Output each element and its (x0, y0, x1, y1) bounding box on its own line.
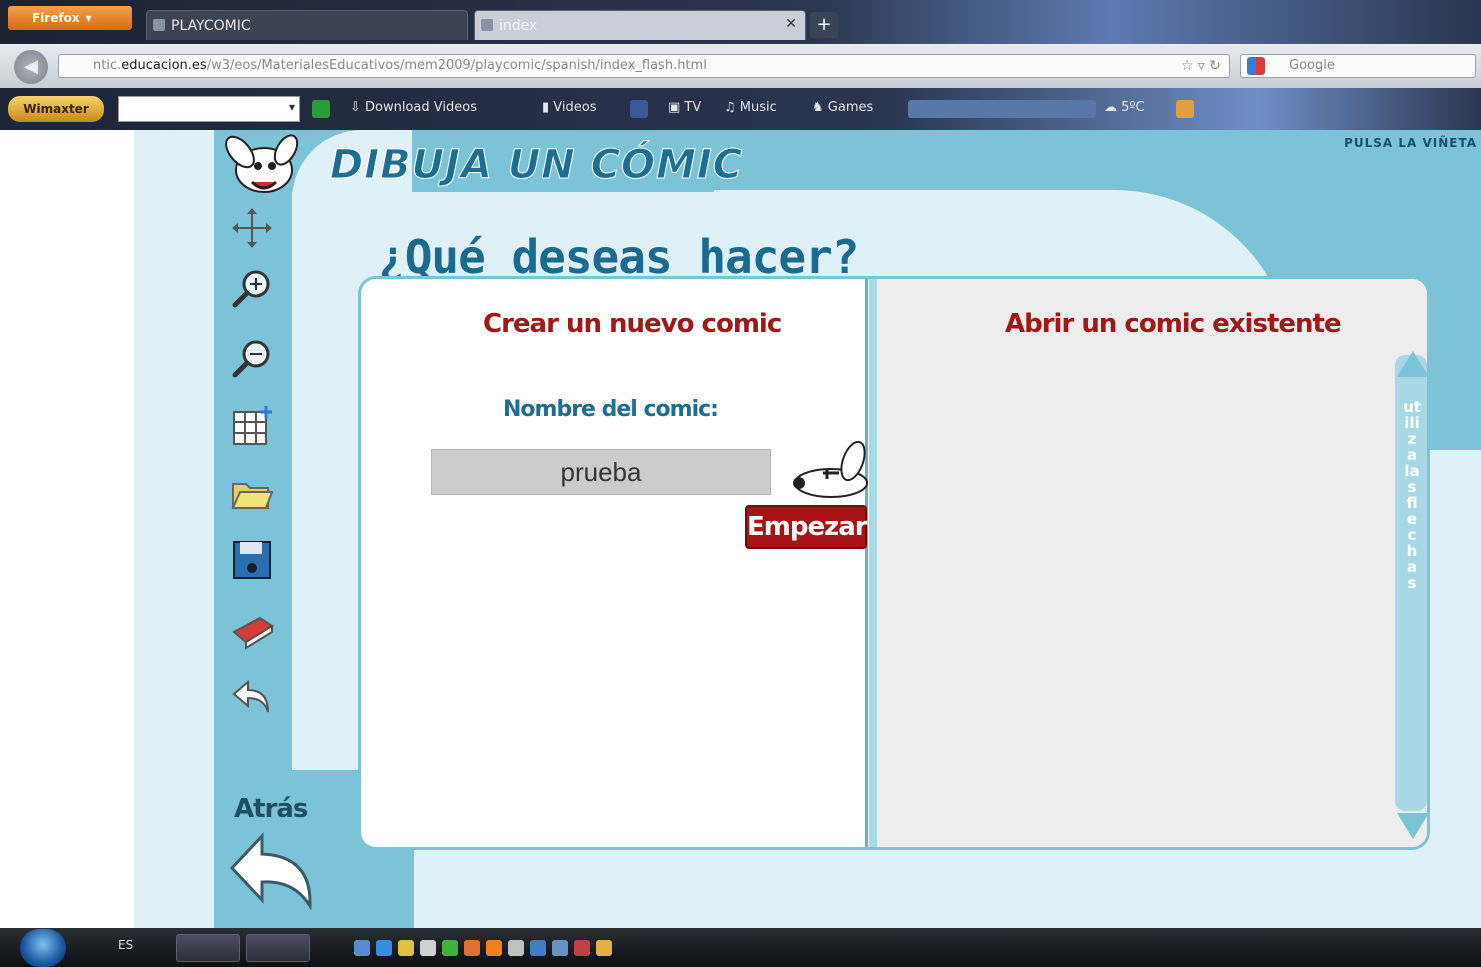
games-icon: ♞ (812, 100, 828, 115)
open-folder-icon[interactable] (230, 472, 274, 516)
zoom-in-icon[interactable] (230, 266, 274, 310)
quicklaunch-tool-icon[interactable] (596, 940, 612, 956)
go-icon[interactable] (312, 100, 330, 118)
toolbar-music[interactable]: ♫ Music (724, 100, 777, 115)
url-bar-icons: ☆ ▿ ↻ (1181, 55, 1221, 77)
bookmark-star-icon[interactable]: ☆ (1181, 58, 1194, 74)
chevron-down-icon[interactable]: ▿ (1198, 58, 1205, 74)
comic-app: DIBUJA UN CÓMIC PULSA LA VIÑETA ¿Qué des… (134, 130, 1481, 928)
page-favicon-icon (481, 19, 493, 31)
comic-name-input[interactable]: prueba (431, 449, 771, 495)
firefox-menu-label: Firefox (32, 11, 80, 25)
toolbar-search-input[interactable] (118, 96, 300, 122)
facebook-icon[interactable] (630, 100, 648, 118)
toolbar-download-videos[interactable]: ⇩ Download Videos (350, 100, 477, 115)
new-tab-button[interactable]: + (810, 12, 838, 38)
quicklaunch-browser-icon[interactable] (464, 940, 480, 956)
new-comic-title: Crear un nuevo comic (483, 309, 782, 339)
scroll-up-arrow-icon[interactable] (1397, 351, 1427, 377)
page-content: DIBUJA UN CÓMIC PULSA LA VIÑETA ¿Qué des… (0, 130, 1481, 928)
open-comic-pane (869, 279, 1427, 847)
add-panel-grid-icon[interactable] (230, 404, 274, 448)
weather-label: 5ºC (1121, 100, 1145, 115)
quicklaunch-ie-icon[interactable] (376, 940, 392, 956)
chevron-down-icon: ▾ (85, 11, 92, 25)
quicklaunch-settings-icon[interactable] (420, 940, 436, 956)
sun-cloud-icon: ☁ (1104, 100, 1122, 115)
close-icon[interactable]: ✕ (785, 16, 797, 32)
quicklaunch-media-icon[interactable] (574, 940, 590, 956)
quicklaunch-desktop-icon[interactable] (354, 940, 370, 956)
quicklaunch-firefox-icon[interactable] (486, 940, 502, 956)
videos-label: Videos (553, 100, 597, 115)
dog-mascot-icon (225, 134, 299, 193)
tv-label: TV (684, 100, 702, 115)
zoom-out-icon[interactable] (230, 336, 274, 380)
tab-label: PLAYCOMIC (171, 17, 251, 34)
language-indicator[interactable]: ES (118, 938, 133, 952)
scroll-down-arrow-icon[interactable] (1397, 813, 1427, 839)
back-arrow-icon[interactable] (228, 830, 318, 910)
page-favicon-icon (153, 19, 165, 31)
reload-icon[interactable]: ↻ (1209, 58, 1221, 74)
app-title: DIBUJA UN CÓMIC (329, 142, 744, 189)
quicklaunch-network-icon[interactable] (442, 940, 458, 956)
save-floppy-icon[interactable] (230, 538, 274, 582)
tab-label: index (499, 17, 538, 34)
navigation-bar: ◀ ntic.educacion.es/w3/eos/MaterialesEdu… (0, 44, 1481, 88)
url-bar[interactable]: ntic.educacion.es/w3/eos/MaterialesEduca… (58, 54, 1230, 78)
start-button[interactable]: Empezar (745, 505, 868, 549)
search-placeholder: Google (1289, 58, 1335, 73)
url-host: educacion.es (121, 58, 207, 73)
tv-icon: ▣ (668, 100, 685, 115)
media-player-icon[interactable] (908, 100, 1096, 118)
toolbar-logo[interactable]: Wimaxter (8, 96, 104, 122)
toolbar-tv[interactable]: ▣ TV (668, 100, 701, 115)
arrow-left-icon: ◀ (24, 56, 38, 77)
undo-arrow-icon[interactable] (230, 674, 274, 718)
toolbar-weather[interactable]: ☁ 5ºC (1104, 100, 1145, 115)
browser-tab-strip: Firefox ▾ PLAYCOMIC index ✕ + (0, 0, 1481, 44)
back-button[interactable]: ◀ (14, 50, 48, 84)
search-input[interactable]: Google (1240, 54, 1476, 78)
toolbar-games[interactable]: ♞ Games (812, 100, 873, 115)
tab-playcomic[interactable]: PLAYCOMIC (146, 10, 468, 40)
addon-toolbar: Wimaxter ⇩ Download Videos ▮ Videos ▣ TV… (0, 88, 1481, 130)
taskbar-app-explorer[interactable] (176, 934, 240, 962)
film-icon: ▮ (542, 100, 554, 115)
move-icon[interactable] (230, 206, 274, 250)
eraser-icon[interactable] (230, 606, 274, 650)
scroll-hint-text: utiliza las flechas (1403, 398, 1421, 592)
url-path: /w3/eos/MaterialesEducativos/mem2009/pla… (206, 58, 707, 73)
choice-dialog: Crear un nuevo comic Nombre del comic: p… (358, 276, 1430, 850)
music-label: Music (739, 100, 777, 115)
quicklaunch-app-icon[interactable] (530, 940, 546, 956)
games-label: Games (827, 100, 874, 115)
hint-text: PULSA LA VIÑETA (1344, 136, 1477, 150)
quicklaunch-user-icon[interactable] (508, 940, 524, 956)
open-comic-title: Abrir un comic existente (1005, 309, 1342, 339)
comic-name-label: Nombre del comic: (503, 397, 719, 422)
quicklaunch-window-icon[interactable] (552, 940, 568, 956)
dog-peeking-icon (793, 440, 868, 498)
firefox-menu-button[interactable]: Firefox ▾ (8, 6, 132, 30)
pane-divider (865, 279, 868, 847)
download-videos-label: Download Videos (365, 100, 477, 115)
start-button[interactable] (20, 929, 66, 967)
music-icon: ♫ (724, 100, 740, 115)
url-prefix: ntic. (93, 58, 122, 73)
back-label[interactable]: Atrás (234, 794, 308, 824)
quicklaunch-search-icon[interactable] (398, 940, 414, 956)
extension-icon[interactable] (1176, 100, 1194, 118)
os-taskbar: ES (0, 928, 1481, 967)
tab-index[interactable]: index ✕ (474, 10, 806, 40)
taskbar-app-firefox[interactable] (246, 934, 310, 962)
google-search-engine-icon[interactable] (1247, 57, 1265, 75)
download-icon: ⇩ (350, 100, 366, 115)
toolbar-videos[interactable]: ▮ Videos (542, 100, 597, 115)
